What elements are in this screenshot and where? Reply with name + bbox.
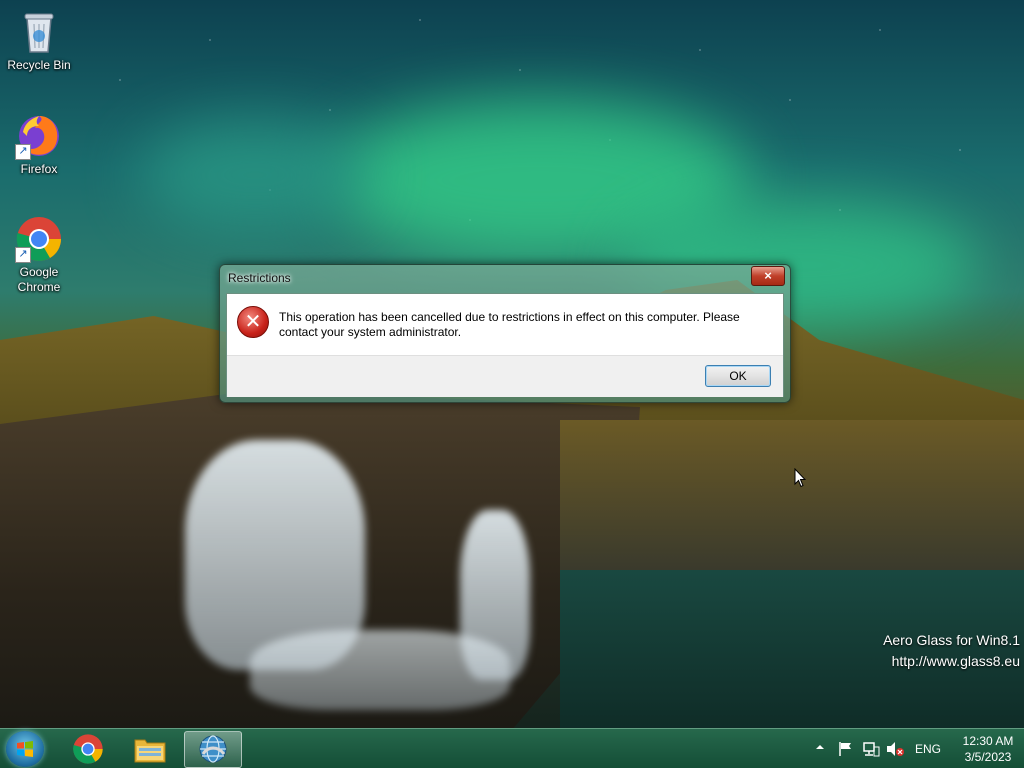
taskbar: ENG 12:30 AM 3/5/2023 (0, 728, 1024, 768)
wallpaper-field (560, 420, 1024, 570)
desktop-icon-label: Google Chrome (17, 265, 61, 294)
file-explorer-icon (134, 739, 166, 763)
desktop: Recycle Bin ↗ Firefox ↗ Google Chrome Ae… (0, 0, 1024, 768)
close-button[interactable]: × (751, 266, 785, 286)
dialog-message-area: ✕ This operation has been cancelled due … (227, 294, 783, 355)
action-center-flag-icon[interactable] (838, 741, 854, 757)
ok-button[interactable]: OK (705, 365, 771, 387)
desktop-icon-label: Recycle Bin (7, 58, 71, 72)
desktop-icon-chrome[interactable]: ↗ Google Chrome (1, 215, 77, 295)
chrome-icon (73, 734, 103, 764)
volume-muted-icon[interactable] (886, 741, 906, 757)
mouse-cursor-icon (794, 468, 806, 488)
network-icon[interactable] (862, 741, 880, 757)
chrome-icon: ↗ (15, 215, 63, 263)
watermark-line-1: Aero Glass for Win8.1 (883, 632, 1020, 648)
firefox-icon: ↗ (15, 112, 63, 160)
clock-time: 12:30 AM (962, 734, 1014, 748)
desktop-icon-label: Firefox (20, 162, 58, 176)
error-icon: ✕ (237, 306, 269, 338)
aero-glass-watermark: Aero Glass for Win8.1 http://www.glass8.… (883, 630, 1020, 672)
taskbar-file-explorer[interactable] (122, 731, 178, 766)
taskbar-active-app[interactable] (184, 731, 242, 768)
watermark-line-2: http://www.glass8.eu (891, 653, 1020, 669)
recycle-bin-icon (15, 8, 63, 56)
start-button[interactable] (6, 731, 44, 767)
globe-app-icon (199, 735, 227, 763)
taskbar-chrome[interactable] (60, 731, 116, 766)
restrictions-dialog: Restrictions × ✕ This operation has been… (219, 264, 791, 403)
desktop-icon-firefox[interactable]: ↗ Firefox (1, 112, 77, 177)
shortcut-arrow-icon: ↗ (15, 247, 31, 263)
taskbar-clock[interactable]: 12:30 AM 3/5/2023 (958, 733, 1018, 765)
shortcut-arrow-icon: ↗ (15, 144, 31, 160)
dialog-title: Restrictions (228, 271, 291, 285)
language-indicator[interactable]: ENG (915, 742, 941, 768)
wallpaper-waterfall (250, 630, 510, 710)
dialog-client-area: ✕ This operation has been cancelled due … (226, 293, 784, 397)
wallpaper-aurora (140, 120, 370, 230)
desktop-icon-recycle-bin[interactable]: Recycle Bin (1, 8, 77, 73)
dialog-message: This operation has been cancelled due to… (279, 310, 740, 339)
dialog-button-area: OK (227, 355, 783, 397)
clock-date: 3/5/2023 (964, 750, 1012, 764)
windows-logo-icon (17, 741, 33, 757)
show-hidden-icons-icon[interactable] (815, 741, 827, 755)
